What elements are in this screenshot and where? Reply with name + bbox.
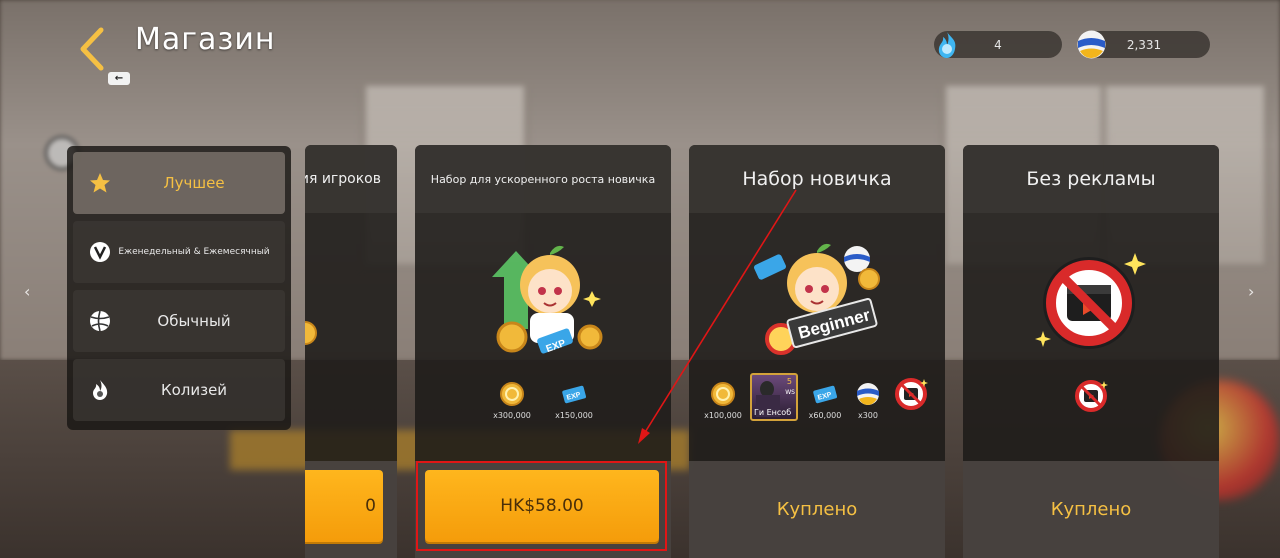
product-card-beginner-pack[interactable]: Набор новичка Beginner x100,000 5 WS Ги … [689, 145, 945, 558]
back-key-hint: ← [108, 72, 130, 85]
star-icon [90, 173, 110, 193]
no-ads-icon [1075, 380, 1108, 412]
item-exp: EXP x60,000 [805, 381, 845, 421]
card-body [963, 213, 1219, 461]
page-title: Магазин [135, 22, 276, 57]
card-header: ия игроков [305, 145, 397, 213]
card-title: ия игроков [305, 171, 381, 187]
card-title: Набор для ускоренного роста новичка [430, 172, 656, 186]
beginner-character-art: Beginner [754, 243, 880, 355]
exp-ticket-icon: EXP [813, 385, 837, 404]
item-no-ads [1069, 379, 1113, 417]
sidebar-item-regular[interactable]: Обычный [73, 290, 285, 352]
item-player-card[interactable]: 5 WS Ги Енсоб [749, 373, 799, 421]
product-card-growth-pack[interactable]: Набор для ускоренного роста новичка EXP [415, 145, 671, 558]
item-volleyballs: x300 [851, 381, 885, 421]
card-title: Без рекламы [1026, 168, 1156, 190]
item-qty: x150,000 [555, 411, 593, 420]
card-footer: Куплено [689, 461, 945, 558]
buy-button[interactable]: 0 [305, 470, 383, 542]
item-qty: x300,000 [493, 411, 531, 420]
item-exp: EXP x150,000 [552, 381, 596, 420]
currency-balls[interactable]: 2,331 [1077, 30, 1210, 59]
card-body: Beginner x100,000 5 WS Ги Енсоб EXP x60,… [689, 213, 945, 461]
buy-button-label: 0 [365, 496, 376, 516]
player-rank: 5 [786, 377, 792, 386]
purchased-status: Куплено [1050, 499, 1132, 520]
gold-coin-icon [711, 382, 735, 406]
sidebar-item-weekly-monthly[interactable]: Еженедельный & Ежемесячный [73, 221, 285, 283]
card-header: Набор для ускоренного роста новичка [415, 145, 671, 213]
sidebar-item-best[interactable]: Лучшее [73, 152, 285, 214]
item-qty: x100,000 [704, 411, 742, 420]
item-gold: x300,000 [490, 381, 534, 420]
volleyball-icon [1077, 30, 1106, 59]
growth-character-art: EXP [492, 245, 603, 355]
category-sidebar: Лучшее Еженедельный & Ежемесячный Обычны… [67, 146, 291, 430]
card-footer: HK$58.00 [415, 461, 671, 558]
card-header: Набор новичка [689, 145, 945, 213]
card-items [963, 379, 1219, 417]
gold-coin-icon [305, 321, 317, 345]
volleyball-icon [857, 383, 879, 405]
card-header: Без рекламы [963, 145, 1219, 213]
buy-button-price: HK$58.00 [500, 496, 584, 516]
item-qty: x300 [857, 411, 878, 420]
flame-icon [93, 380, 108, 400]
card-items: x100,000 5 WS Ги Енсоб EXP x60,000 x300 [689, 373, 945, 421]
product-card-no-ads[interactable]: Без рекламы Куплено [963, 145, 1219, 558]
item-gold: x100,000 [703, 381, 743, 421]
no-ads-icon [895, 378, 928, 410]
chevron-left-icon [80, 27, 104, 71]
volleyball-icon [90, 310, 110, 332]
item-no-ads [891, 378, 931, 421]
card-title: Набор новичка [742, 168, 892, 190]
card-body [305, 213, 397, 461]
blue-flame-icon [938, 32, 956, 58]
player-name: Ги Енсоб [754, 408, 792, 417]
no-ads-art [1035, 253, 1146, 349]
card-items: x300,000 EXP x150,000 [415, 381, 671, 420]
gold-coin-icon [500, 382, 524, 406]
card-footer: Куплено [963, 461, 1219, 558]
card-body: EXP x300,000 EXP x150,000 [415, 213, 671, 461]
scroll-right-arrow[interactable]: › [1248, 282, 1254, 301]
exp-ticket-icon: EXP [562, 385, 586, 404]
item-qty: x60,000 [808, 411, 842, 420]
sidebar-item-colosseum[interactable]: Колизей [73, 359, 285, 421]
product-card-partial[interactable]: ия игроков 0 [305, 145, 397, 558]
currency-flame[interactable]: 4 [934, 31, 1062, 58]
purchased-status: Куплено [776, 499, 858, 520]
card-footer: 0 [305, 461, 397, 558]
buy-button[interactable]: HK$58.00 [425, 470, 659, 542]
back-button[interactable] [72, 26, 112, 72]
player-card-icon: 5 WS Ги Енсоб [750, 373, 798, 421]
player-position: WS [785, 389, 795, 396]
v-badge-icon [90, 242, 110, 262]
scroll-left-arrow[interactable]: ‹ [24, 282, 30, 301]
